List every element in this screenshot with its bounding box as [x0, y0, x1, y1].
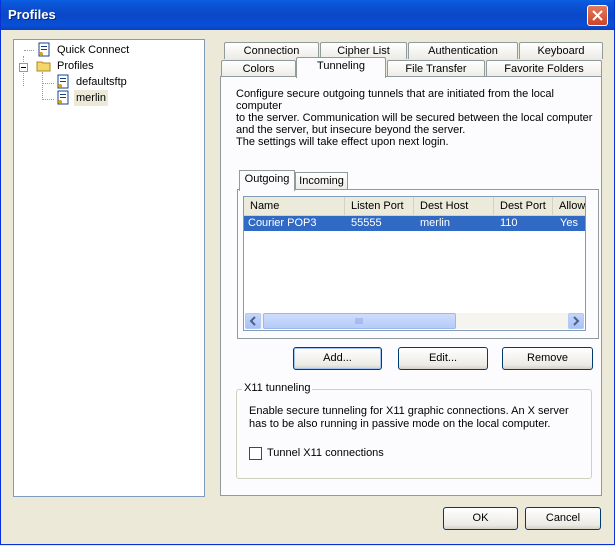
table-row[interactable]: Courier POP3 55555 merlin 110 Yes — [244, 216, 585, 231]
list-header: Name Listen Port Dest Host Dest Port All… — [244, 197, 585, 216]
scrollbar-thumb[interactable] — [263, 313, 456, 329]
tree-line — [42, 99, 54, 100]
scroll-left-button[interactable] — [245, 313, 261, 329]
remove-button[interactable]: Remove — [502, 347, 593, 370]
tab-tunneling[interactable]: Tunneling — [296, 57, 386, 78]
tab-colors[interactable]: Colors — [221, 60, 296, 77]
document-key-icon — [57, 74, 69, 89]
tree-item-defaultsftp[interactable]: defaultsftp — [55, 74, 129, 90]
column-dest-host[interactable]: Dest Host — [414, 197, 494, 215]
tree-item-label: Quick Connect — [57, 44, 130, 56]
description-line: and the server, but insecure beyond the … — [236, 124, 466, 136]
tree-item-label: Profiles — [57, 60, 94, 72]
document-key-icon — [57, 90, 69, 105]
column-allow[interactable]: Allow — [553, 197, 585, 215]
profile-tree[interactable]: Quick Connect Profiles defaultsftp merli… — [13, 39, 205, 497]
collapse-toggle[interactable] — [19, 63, 28, 72]
close-button[interactable] — [587, 5, 608, 26]
description-line: Configure secure outgoing tunnels that a… — [236, 88, 554, 112]
tab-outgoing[interactable]: Outgoing — [239, 170, 295, 191]
horizontal-scrollbar[interactable] — [245, 313, 584, 329]
arrow-right-icon — [573, 316, 580, 326]
tree-item-quick-connect[interactable]: Quick Connect — [36, 42, 131, 58]
tunnel-x11-label[interactable]: Tunnel X11 connections — [267, 447, 384, 460]
tree-line — [24, 50, 34, 51]
tunneling-description: Configure secure outgoing tunnels that a… — [236, 88, 596, 148]
add-button[interactable]: Add... — [293, 347, 382, 370]
x11-group — [236, 389, 592, 479]
edit-button[interactable]: Edit... — [398, 347, 488, 370]
tree-line — [42, 83, 54, 84]
cell-dest-host: merlin — [420, 217, 450, 229]
window-title: Profiles — [8, 7, 56, 22]
close-icon — [592, 10, 603, 21]
column-dest-port[interactable]: Dest Port — [494, 197, 553, 215]
cell-listen-port: 55555 — [351, 217, 382, 229]
description-line: to the server. Communication will be sec… — [236, 112, 593, 124]
cell-dest-port: 110 — [500, 217, 518, 229]
x11-description: Enable secure tunneling for X11 graphic … — [249, 405, 589, 431]
tree-item-merlin[interactable]: merlin — [55, 90, 108, 106]
scroll-right-button[interactable] — [568, 313, 584, 329]
arrow-left-icon — [249, 316, 256, 326]
document-key-icon — [38, 42, 50, 57]
ok-button[interactable]: OK — [443, 507, 518, 530]
tree-line — [42, 72, 43, 100]
tree-item-profiles[interactable]: Profiles — [36, 58, 96, 74]
tunnels-list[interactable]: Name Listen Port Dest Host Dest Port All… — [243, 196, 586, 331]
tab-keyboard[interactable]: Keyboard — [519, 42, 603, 59]
tab-favorite-folders[interactable]: Favorite Folders — [486, 60, 602, 77]
tree-item-label: merlin — [74, 90, 108, 106]
cancel-button[interactable]: Cancel — [525, 507, 601, 530]
tab-authentication[interactable]: Authentication — [408, 42, 518, 59]
tree-item-label: defaultsftp — [76, 76, 127, 88]
column-name[interactable]: Name — [244, 197, 345, 215]
title-bar[interactable]: Profiles — [1, 0, 614, 30]
x11-group-title: X11 tunneling — [242, 382, 313, 394]
folder-icon — [36, 61, 51, 72]
cell-allow: Yes — [560, 217, 578, 229]
cell-name: Courier POP3 — [248, 217, 317, 229]
grip-icon — [355, 318, 363, 324]
description-line: The settings will take effect upon next … — [236, 136, 449, 148]
column-listen-port[interactable]: Listen Port — [345, 197, 414, 215]
description-line: has to be also running in passive mode o… — [249, 418, 551, 430]
description-line: Enable secure tunneling for X11 graphic … — [249, 405, 569, 417]
tab-file-transfer[interactable]: File Transfer — [387, 60, 485, 77]
tab-incoming[interactable]: Incoming — [295, 172, 348, 190]
tunnel-x11-checkbox[interactable] — [249, 447, 262, 460]
